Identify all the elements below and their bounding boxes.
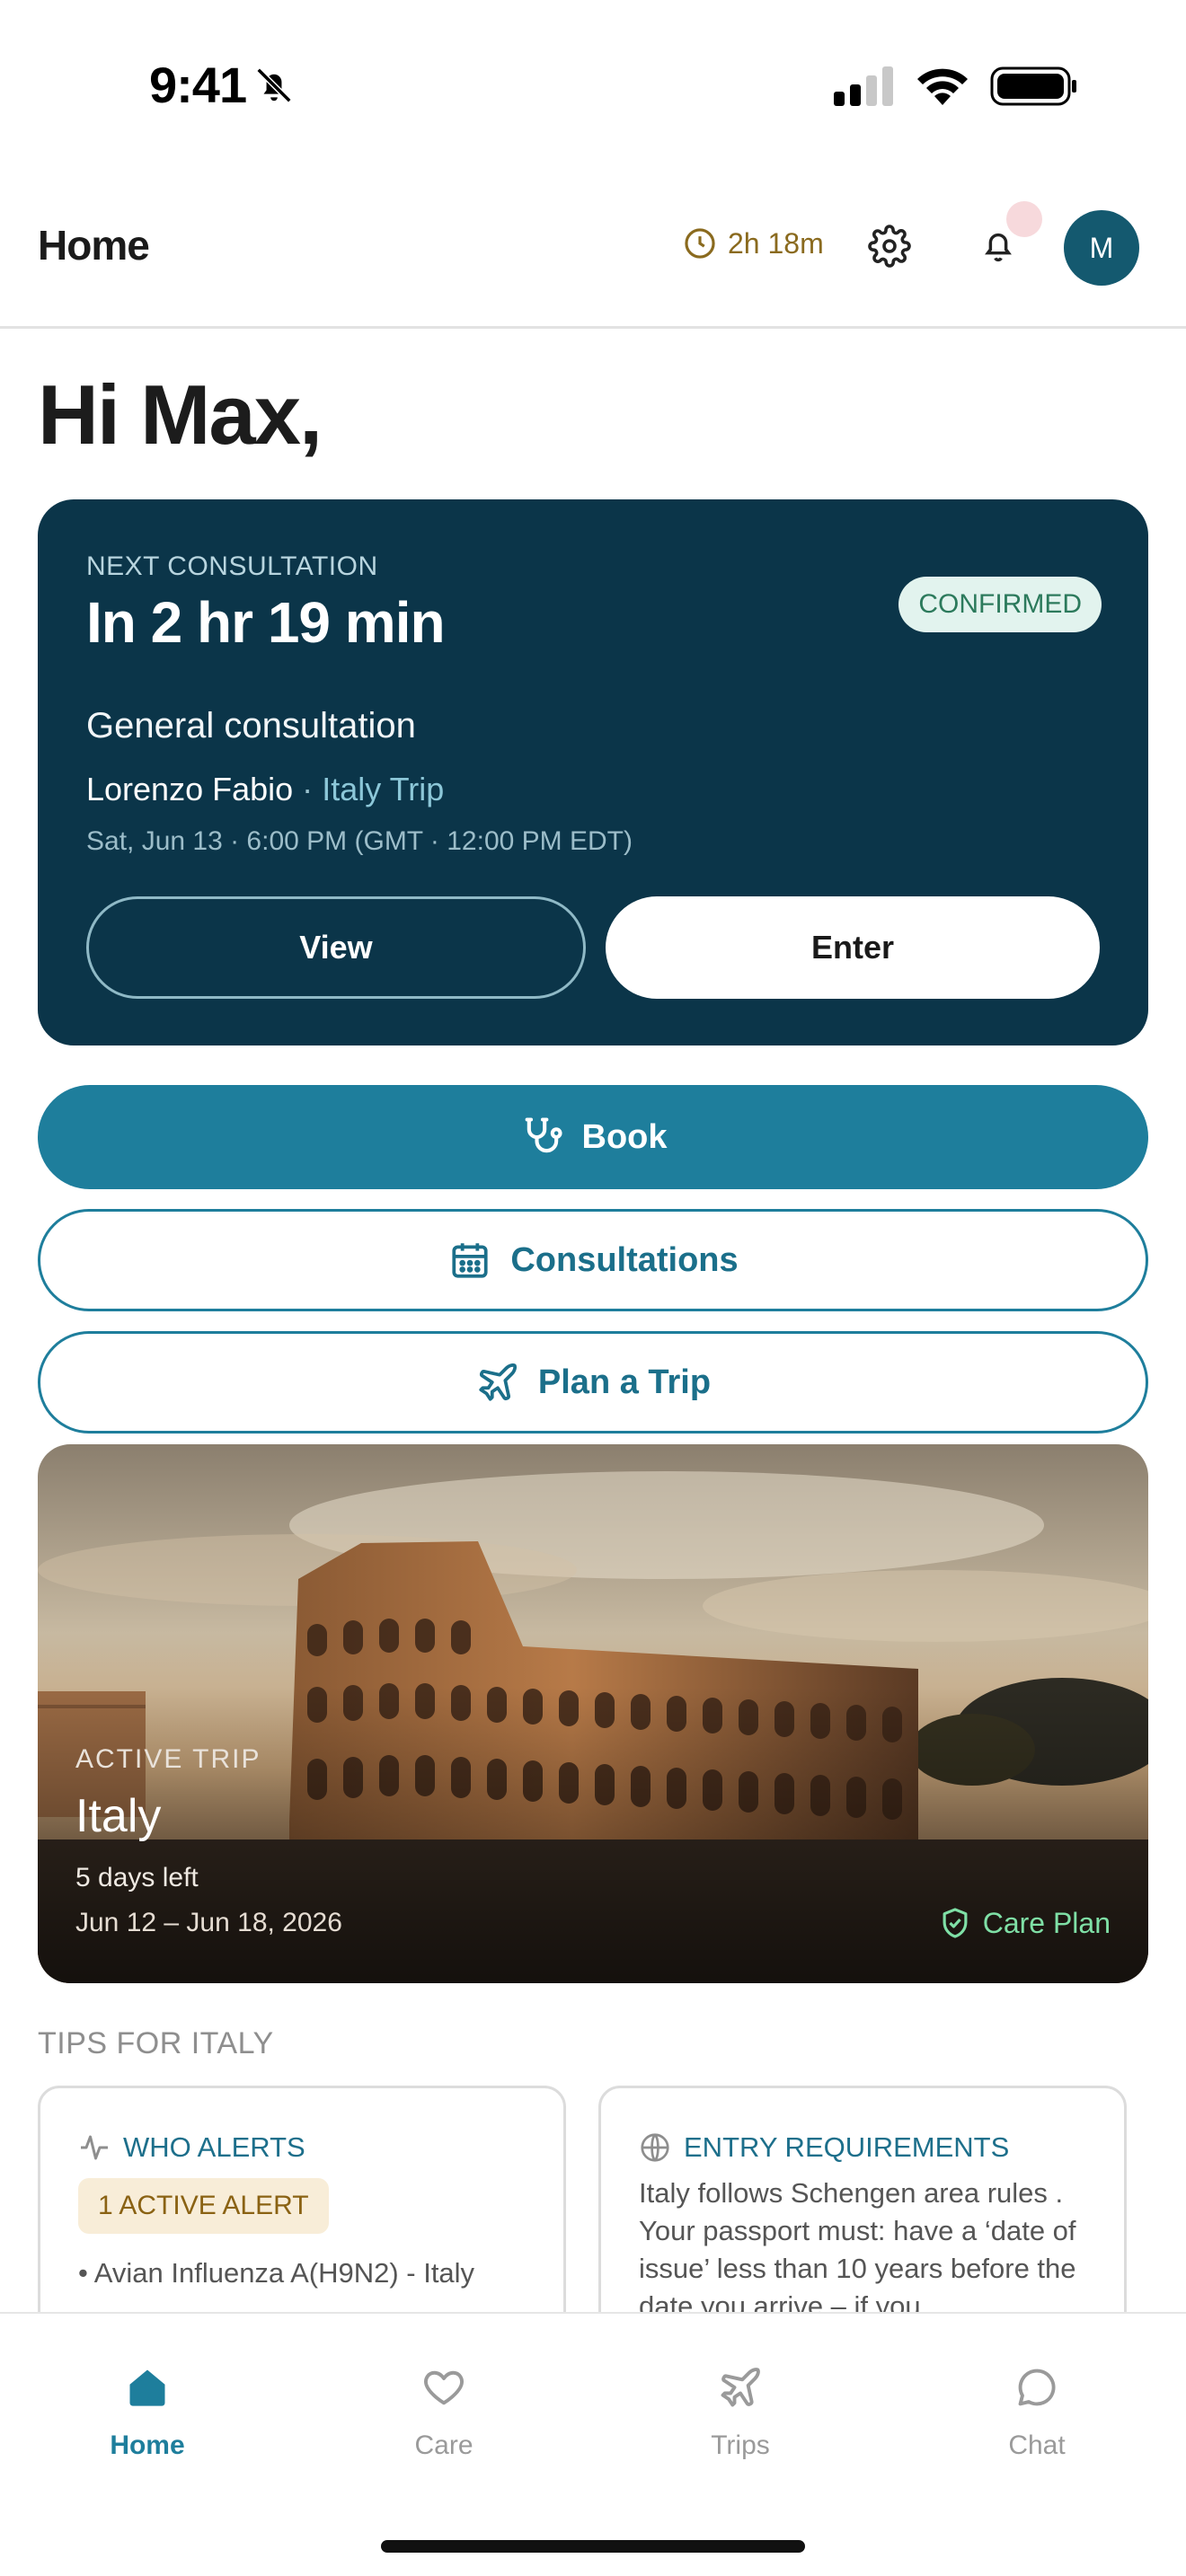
session-timer[interactable]: 2h 18m [683, 226, 824, 260]
home-indicator[interactable] [381, 2540, 805, 2553]
timer-text: 2h 18m [728, 226, 824, 260]
trip-days-left: 5 days left [75, 1863, 199, 1892]
home-icon [129, 2369, 165, 2406]
entry-requirements-body: Italy follows Schengen area rules . Your… [639, 2177, 1076, 2322]
status-badge: CONFIRMED [898, 577, 1102, 632]
active-alert-badge: 1 ACTIVE ALERT [78, 2178, 329, 2234]
consultation-countdown: In 2 hr 19 min [86, 590, 446, 655]
tab-chat[interactable]: Chat [947, 2364, 1127, 2461]
notification-dot [1006, 201, 1042, 237]
plan-trip-label: Plan a Trip [537, 1363, 712, 1401]
consultations-button[interactable]: Consultations [38, 1209, 1148, 1311]
calendar-icon [452, 1243, 488, 1278]
greeting: Hi Max, [38, 367, 323, 462]
who-alerts-title: WHO ALERTS [123, 2131, 305, 2163]
book-label: Book [581, 1117, 668, 1156]
care-plan-label: Care Plan [982, 1906, 1111, 1939]
consultation-doctor-line: Lorenzo Fabio · Italy Trip [86, 771, 444, 808]
avatar[interactable]: M [1064, 210, 1139, 286]
trip-eyebrow: ACTIVE TRIP [75, 1744, 261, 1774]
tab-care-label: Care [414, 2430, 474, 2460]
chat-bubble-icon [1018, 2369, 1056, 2406]
tips-section-title: TIPS FOR ITALY [38, 2026, 274, 2060]
bell-muted-icon [256, 66, 292, 103]
consultation-datetime: Sat, Jun 13 · 6:00 PM (GMT · 12:00 PM ED… [86, 826, 633, 856]
shield-check-icon [943, 1908, 968, 1938]
next-consultation-card: NEXT CONSULTATION In 2 hr 19 min CONFIRM… [38, 499, 1148, 1045]
tab-trips[interactable]: Trips [651, 2364, 830, 2461]
colosseum-photo [38, 1444, 1148, 1983]
tab-home-label: Home [110, 2430, 185, 2460]
status-indicators [834, 65, 1078, 108]
tab-home[interactable]: Home [58, 2364, 237, 2461]
heart-icon [424, 2370, 464, 2405]
entry-requirements-title: ENTRY REQUIREMENTS [684, 2131, 1010, 2163]
trip-dates: Jun 12 – Jun 18, 2026 [75, 1908, 342, 1937]
consultations-label: Consultations [510, 1240, 739, 1279]
tab-care[interactable]: Care [354, 2364, 534, 2461]
active-trip-card[interactable]: ACTIVE TRIP Italy 5 days left Jun 12 – J… [38, 1444, 1148, 1983]
view-button[interactable]: View [86, 896, 586, 999]
cellular-signal-icon [834, 66, 893, 106]
status-time-text: 9:41 [149, 57, 247, 113]
consultation-type: General consultation [86, 706, 416, 745]
doctor-name: Lorenzo Fabio [86, 771, 294, 807]
activity-pulse-icon [81, 2135, 108, 2160]
enter-button[interactable]: Enter [606, 896, 1100, 999]
clock-icon [685, 228, 715, 259]
alert-item: • Avian Influenza A(H9N2) - Italy [78, 2257, 475, 2289]
care-plan-badge: Care Plan [938, 1906, 1111, 1940]
app-header: Home 2h 18m M [0, 171, 1186, 329]
stethoscope-icon [525, 1117, 562, 1153]
airplane-icon [721, 2368, 760, 2407]
who-alerts-header: WHO ALERTS [78, 2131, 305, 2164]
airplane-icon [479, 1363, 517, 1401]
consultation-eyebrow: NEXT CONSULTATION [86, 551, 378, 581]
globe-icon [641, 2133, 669, 2162]
consultation-trip: Italy Trip [322, 771, 445, 807]
entry-requirements-header: ENTRY REQUIREMENTS [639, 2131, 1009, 2164]
trip-name: Italy [75, 1790, 162, 1842]
plan-trip-button[interactable]: Plan a Trip [38, 1331, 1148, 1434]
status-bar: 9:41 [0, 0, 1186, 171]
page-title: Home [38, 222, 150, 269]
status-time: 9:41 [149, 56, 295, 114]
tab-trips-label: Trips [711, 2430, 770, 2460]
bottom-tab-bar: Home Care Trips Chat [0, 2312, 1186, 2576]
battery-icon [990, 66, 1076, 106]
separator-dot: · [302, 771, 314, 807]
tab-chat-label: Chat [1008, 2430, 1066, 2460]
wifi-icon [917, 68, 968, 105]
settings-gear-icon[interactable] [868, 225, 911, 268]
book-button[interactable]: Book [38, 1085, 1148, 1189]
